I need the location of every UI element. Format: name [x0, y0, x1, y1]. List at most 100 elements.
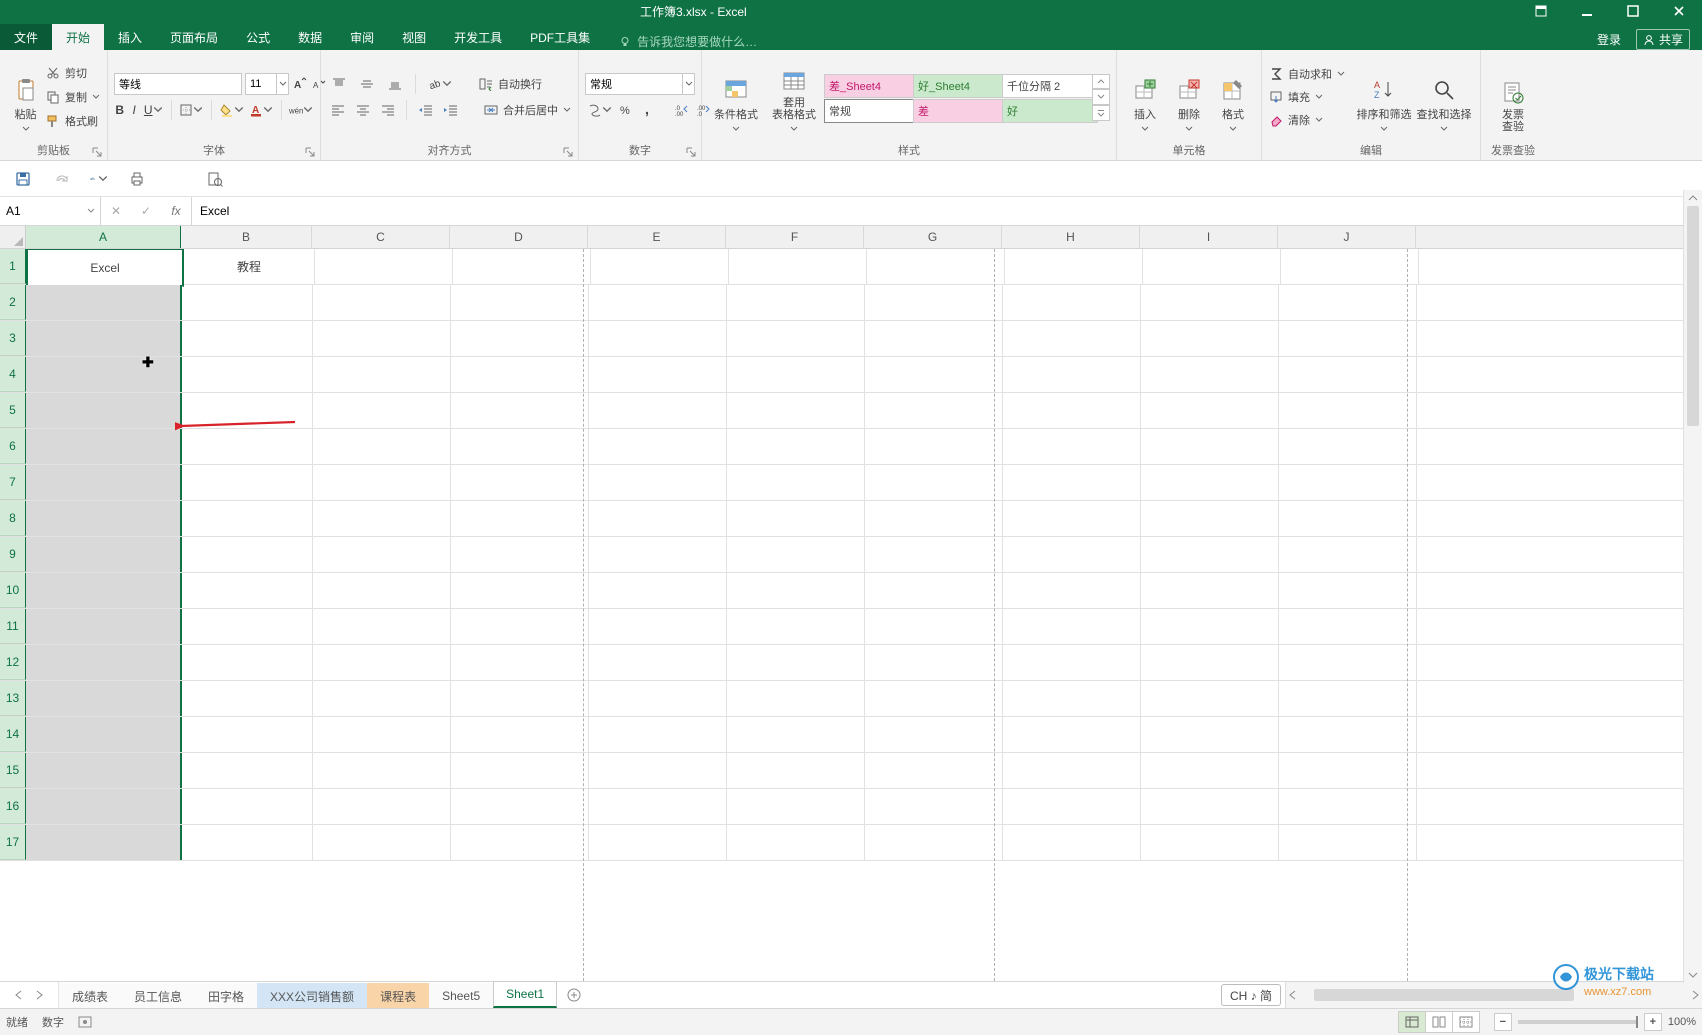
cell[interactable] [26, 573, 182, 608]
cell[interactable] [451, 429, 589, 464]
cell[interactable] [1141, 573, 1279, 608]
tab-data[interactable]: 数据 [284, 24, 336, 50]
italic-button[interactable]: I [128, 99, 139, 121]
clear-button[interactable]: 清除 [1268, 109, 1346, 131]
cell[interactable] [313, 645, 451, 680]
sheet-tab[interactable]: 课程表 [367, 983, 429, 1008]
row-header[interactable]: 2 [0, 285, 26, 320]
cancel-formula-icon[interactable]: ✕ [101, 204, 131, 218]
font-name-combo[interactable] [114, 73, 242, 95]
format-as-table-button[interactable]: 套用 表格格式 [764, 60, 824, 134]
cell[interactable] [1005, 249, 1143, 284]
cell[interactable] [26, 717, 182, 752]
cell[interactable] [589, 285, 727, 320]
row-header[interactable]: 8 [0, 501, 26, 536]
cell[interactable] [451, 321, 589, 356]
cell[interactable] [1141, 465, 1279, 500]
cell[interactable] [727, 465, 865, 500]
cell[interactable] [1141, 429, 1279, 464]
column-header[interactable]: D [450, 226, 588, 248]
align-middle-icon[interactable] [355, 73, 379, 95]
cell[interactable] [313, 321, 451, 356]
cell[interactable] [1003, 753, 1141, 788]
cell[interactable] [313, 429, 451, 464]
row-header[interactable]: 17 [0, 825, 26, 860]
column-header[interactable]: B [181, 226, 312, 248]
cell[interactable] [589, 321, 727, 356]
column-header[interactable]: I [1140, 226, 1278, 248]
insert-function-icon[interactable]: fx [161, 204, 191, 218]
cell[interactable] [1279, 393, 1417, 428]
cell[interactable] [26, 465, 182, 500]
comma-icon[interactable]: , [639, 99, 657, 121]
align-right-icon[interactable] [377, 99, 398, 121]
cell[interactable] [313, 609, 451, 644]
tab-file[interactable]: 文件 [0, 24, 52, 50]
accounting-format-icon[interactable] [585, 99, 613, 121]
cell[interactable]: 教程 [184, 249, 315, 284]
cell[interactable] [727, 681, 865, 716]
sheet-tab[interactable]: 成绩表 [59, 983, 121, 1008]
bold-button[interactable]: B [114, 99, 125, 121]
cell[interactable] [313, 465, 451, 500]
cell[interactable] [1003, 537, 1141, 572]
column-header[interactable]: E [588, 226, 726, 248]
orientation-icon[interactable]: ab [424, 73, 454, 95]
cell[interactable] [26, 285, 182, 320]
tab-developer[interactable]: 开发工具 [440, 24, 516, 50]
cell[interactable] [1003, 645, 1141, 680]
column-header[interactable]: C [312, 226, 450, 248]
cell[interactable] [727, 537, 865, 572]
cut-button[interactable]: 剪切 [45, 62, 101, 84]
formula-input[interactable] [192, 197, 1678, 225]
scroll-right-icon[interactable] [1688, 990, 1702, 1000]
cell[interactable] [589, 465, 727, 500]
gallery-down-icon[interactable] [1092, 89, 1110, 105]
cell[interactable] [451, 537, 589, 572]
sheet-tab[interactable]: XXX公司销售额 [257, 983, 367, 1008]
cell[interactable] [182, 609, 313, 644]
row-header[interactable]: 9 [0, 537, 26, 572]
cell[interactable] [727, 321, 865, 356]
cell[interactable] [1279, 429, 1417, 464]
normal-view-icon[interactable] [1398, 1011, 1426, 1033]
cell[interactable] [1143, 249, 1281, 284]
scroll-up-icon[interactable] [1684, 190, 1702, 206]
prev-sheet-icon[interactable] [14, 990, 24, 1000]
new-sheet-button[interactable] [557, 982, 591, 1008]
tell-me-input[interactable]: 告诉我您想要做什么… [619, 33, 757, 50]
cell[interactable] [865, 465, 1003, 500]
cell[interactable] [451, 681, 589, 716]
sheet-tab[interactable]: 田字格 [195, 983, 257, 1008]
cell[interactable] [589, 645, 727, 680]
cell[interactable] [589, 501, 727, 536]
zoom-out-button[interactable]: − [1494, 1013, 1512, 1031]
cell[interactable] [26, 393, 182, 428]
cell[interactable] [182, 753, 313, 788]
cell[interactable] [865, 429, 1003, 464]
page-layout-view-icon[interactable] [1425, 1011, 1453, 1033]
cell[interactable] [1003, 285, 1141, 320]
next-sheet-icon[interactable] [34, 990, 44, 1000]
cell[interactable] [589, 825, 727, 860]
close-icon[interactable] [1656, 0, 1702, 22]
copy-button[interactable]: 复制 [45, 86, 101, 108]
cell[interactable] [1279, 789, 1417, 824]
fill-color-button[interactable] [219, 99, 245, 121]
scroll-left-icon[interactable] [1286, 990, 1300, 1000]
row-header[interactable]: 10 [0, 573, 26, 608]
cell[interactable] [26, 645, 182, 680]
row-header[interactable]: 1 [0, 249, 26, 284]
increase-decimal-icon[interactable]: .0.00 [673, 99, 691, 121]
increase-indent-icon[interactable] [440, 99, 461, 121]
cell[interactable] [865, 789, 1003, 824]
cell[interactable] [589, 717, 727, 752]
quick-print-icon[interactable] [128, 170, 146, 188]
cell[interactable] [453, 249, 591, 284]
align-left-icon[interactable] [327, 99, 348, 121]
select-all-corner[interactable] [0, 226, 26, 248]
cell[interactable] [589, 789, 727, 824]
row-header[interactable]: 6 [0, 429, 26, 464]
cell[interactable] [451, 753, 589, 788]
cell[interactable] [182, 285, 313, 320]
